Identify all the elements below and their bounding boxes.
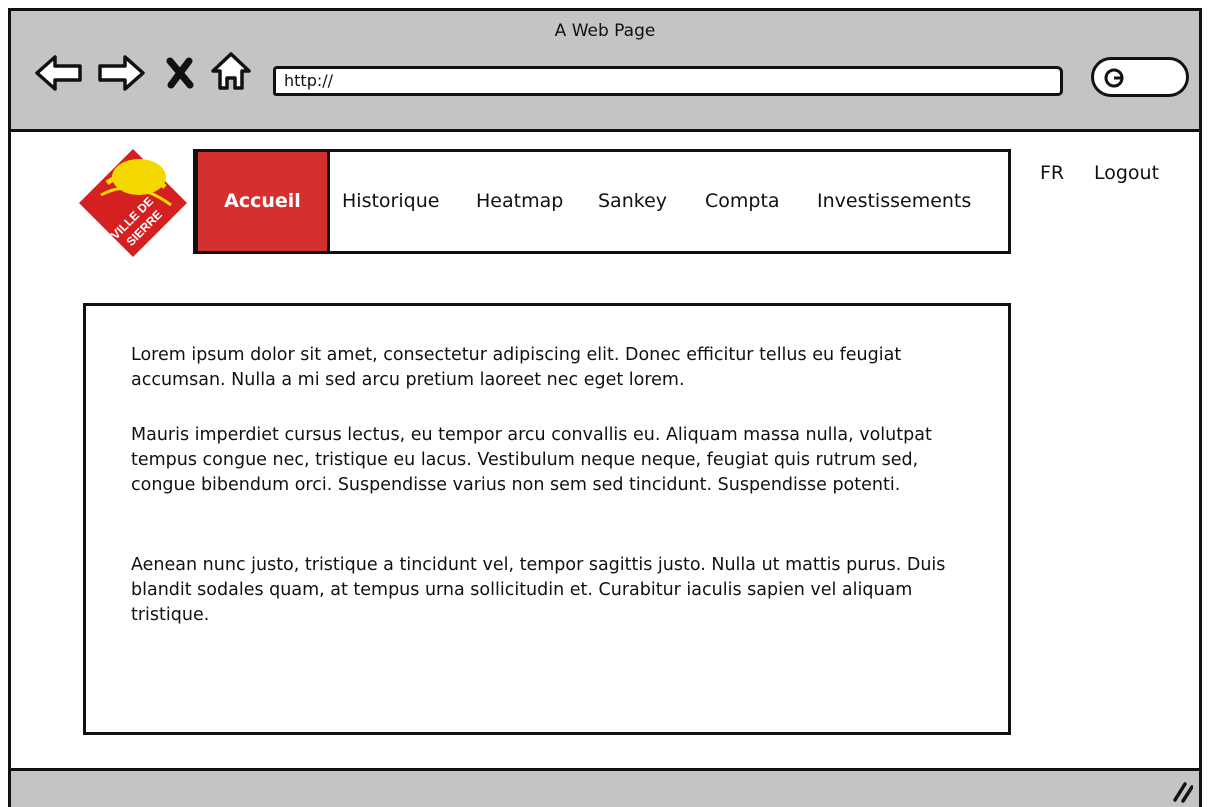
nav-item-investissements[interactable]: Investissements <box>817 152 971 251</box>
forward-arrow-icon[interactable] <box>95 53 147 93</box>
browser-window: A Web Page http:// VILLE DE SIERRE Accue… <box>8 8 1202 807</box>
resize-grip-icon[interactable] <box>1171 781 1193 803</box>
home-icon[interactable] <box>209 49 253 93</box>
nav-item-heatmap[interactable]: Heatmap <box>476 152 563 251</box>
url-bar[interactable]: http:// <box>273 66 1063 96</box>
paragraph-3: Aenean nunc justo, tristique a tincidunt… <box>131 555 946 625</box>
browser-toolbar: A Web Page http:// <box>11 11 1199 132</box>
ville-de-sierre-logo[interactable]: VILLE DE SIERRE <box>77 147 189 259</box>
logout-link[interactable]: Logout <box>1094 162 1159 184</box>
paragraph-2: Mauris imperdiet cursus lectus, eu tempo… <box>131 425 932 495</box>
search-field[interactable] <box>1091 57 1189 97</box>
nav-item-sankey[interactable]: Sankey <box>598 152 667 251</box>
paragraph-1: Lorem ipsum dolor sit amet, consectetur … <box>131 345 902 390</box>
language-switcher[interactable]: FR <box>1040 162 1064 184</box>
status-bar <box>11 768 1199 807</box>
nav-item-historique[interactable]: Historique <box>342 152 439 251</box>
window-title: A Web Page <box>554 21 656 41</box>
back-arrow-icon[interactable] <box>33 53 85 93</box>
nav-item-accueil[interactable]: Accueil <box>198 152 330 251</box>
content-panel: Lorem ipsum dolor sit amet, consectetur … <box>83 303 1011 735</box>
nav-item-compta[interactable]: Compta <box>705 152 780 251</box>
main-navigation: Accueil Historique Heatmap Sankey Compta… <box>193 149 1011 254</box>
search-icon <box>1104 68 1124 88</box>
close-icon[interactable] <box>165 57 195 89</box>
